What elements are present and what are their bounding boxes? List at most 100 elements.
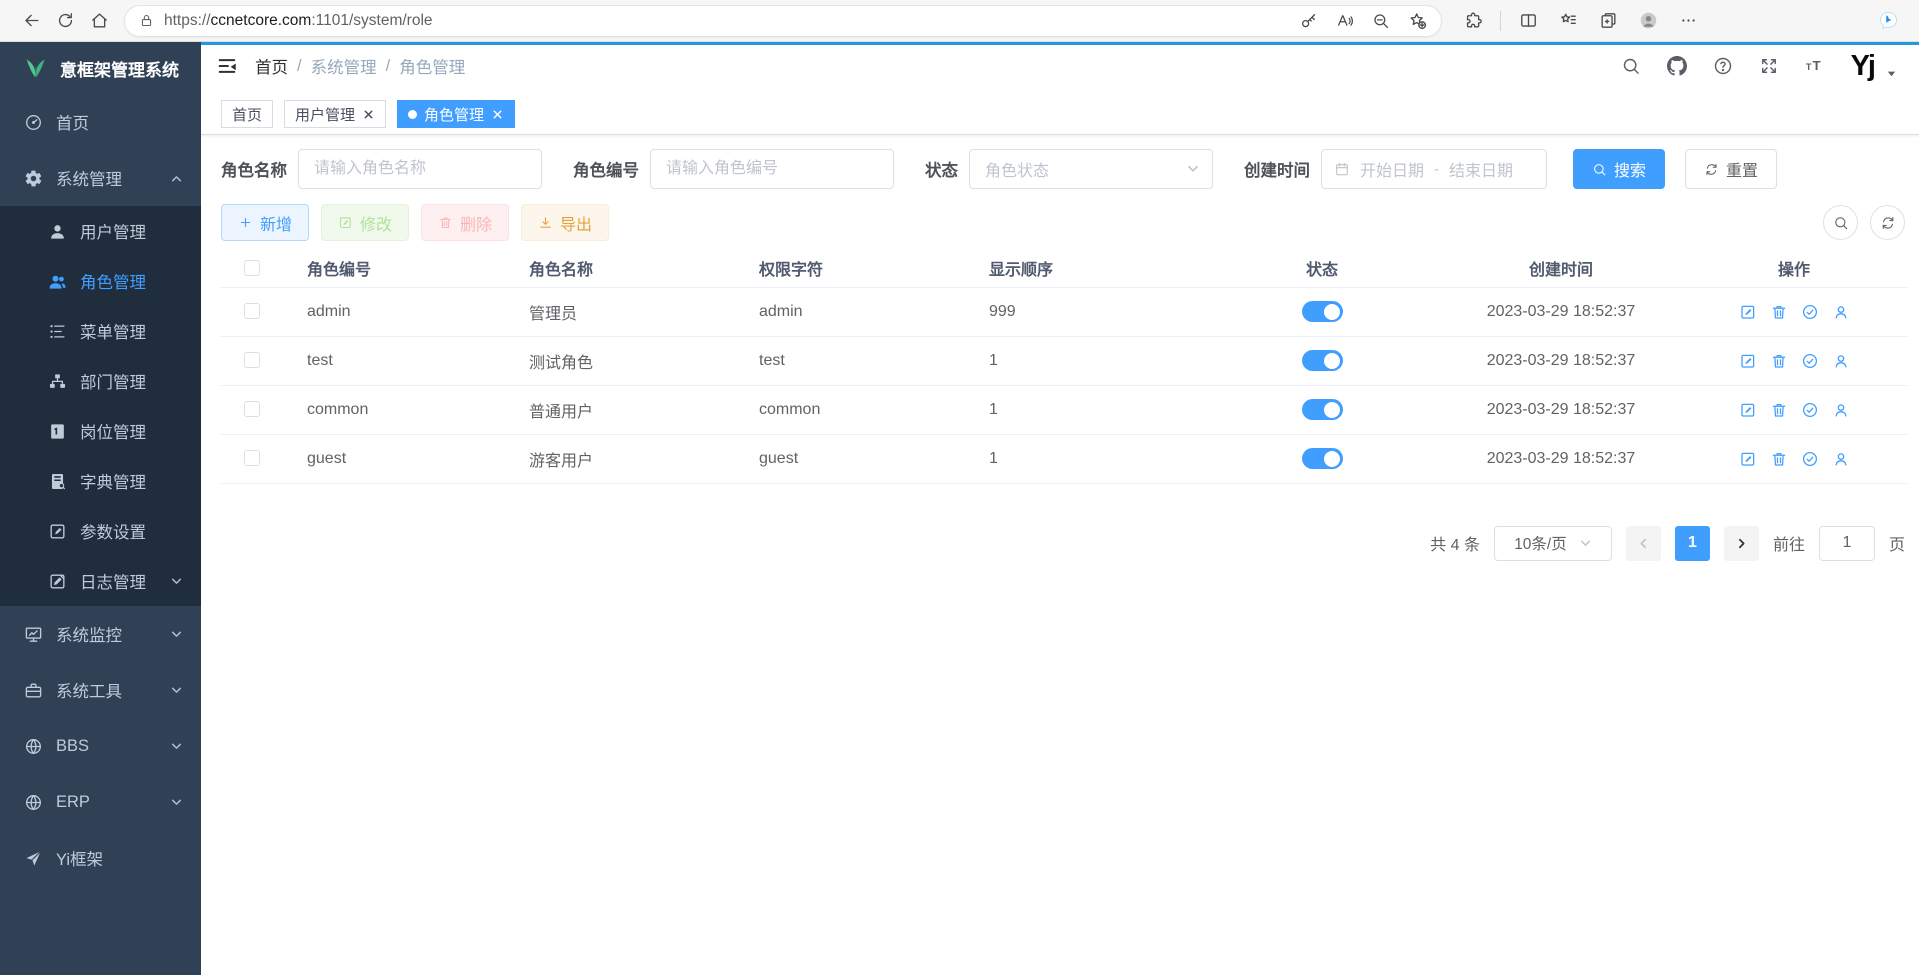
start-date-placeholder: 开始日期	[1360, 157, 1424, 181]
add-button[interactable]: 新增	[221, 204, 309, 241]
chevron-down-icon	[170, 575, 183, 588]
row-checkbox[interactable]	[244, 303, 260, 319]
check-circle-icon[interactable]	[1801, 450, 1819, 468]
user-outline-icon[interactable]	[1832, 352, 1850, 370]
edit-button[interactable]: 修改	[321, 204, 409, 241]
trash-icon[interactable]	[1770, 401, 1788, 419]
sidebar-item-post-mgmt[interactable]: 岗位管理	[0, 406, 201, 456]
edit-square-icon[interactable]	[1739, 352, 1757, 370]
caret-down-icon[interactable]	[1886, 68, 1897, 79]
prev-page-button[interactable]	[1626, 526, 1661, 561]
close-icon[interactable]	[491, 108, 504, 121]
zoom-button[interactable]	[1367, 7, 1395, 35]
sidebar-item-system-monitor[interactable]: 系统监控	[0, 606, 201, 662]
collapse-sidebar-icon[interactable]	[216, 55, 238, 77]
user-outline-icon[interactable]	[1832, 450, 1850, 468]
check-circle-icon[interactable]	[1801, 303, 1819, 321]
edit-square-icon[interactable]	[1739, 450, 1757, 468]
sidebar-item-dept-mgmt[interactable]: 部门管理	[0, 356, 201, 406]
edit-pen-icon	[48, 522, 67, 541]
cell-role-name: 游客用户	[505, 434, 735, 483]
select-all-checkbox[interactable]	[244, 260, 260, 276]
status-select[interactable]: 角色状态	[969, 149, 1213, 189]
row-checkbox[interactable]	[244, 450, 260, 466]
next-page-button[interactable]	[1724, 526, 1759, 561]
tab-home[interactable]: 首页	[221, 100, 273, 128]
sidebar-item-yi-framework[interactable]: Yi框架	[0, 830, 201, 886]
cell-perm: admin	[735, 287, 965, 336]
dict-icon	[48, 472, 67, 491]
search-button[interactable]: 搜索	[1573, 149, 1665, 189]
browser-home-button[interactable]	[82, 4, 116, 38]
row-checkbox[interactable]	[244, 401, 260, 417]
add-favorite-button[interactable]	[1403, 7, 1431, 35]
collections-button[interactable]	[1591, 4, 1625, 38]
breadcrumb-item[interactable]: 系统管理	[311, 54, 377, 78]
browser-back-button[interactable]	[14, 4, 48, 38]
sidebar-item-system-tools[interactable]: 系统工具	[0, 662, 201, 718]
favorites-button[interactable]	[1551, 4, 1585, 38]
password-button[interactable]	[1295, 7, 1323, 35]
trash-icon[interactable]	[1770, 352, 1788, 370]
badge-icon	[48, 422, 67, 441]
sidebar-item-erp[interactable]: ERP	[0, 774, 201, 830]
status-toggle[interactable]	[1302, 301, 1343, 322]
user-outline-icon[interactable]	[1832, 303, 1850, 321]
edit-square-icon[interactable]	[1739, 401, 1757, 419]
breadcrumb-item[interactable]: 首页	[255, 54, 288, 78]
read-aloud-button[interactable]	[1331, 7, 1359, 35]
cell-order: 999	[965, 287, 1203, 336]
font-size-icon[interactable]: TT	[1805, 56, 1825, 76]
row-actions	[1681, 401, 1907, 419]
toolbox-icon	[24, 681, 43, 700]
sidebar-item-bbs[interactable]: BBS	[0, 718, 201, 774]
cell-role-name: 管理员	[505, 287, 735, 336]
extensions-button[interactable]	[1456, 4, 1490, 38]
status-toggle[interactable]	[1302, 399, 1343, 420]
copilot-button[interactable]	[1871, 4, 1905, 38]
github-icon[interactable]	[1667, 56, 1687, 76]
sidebar-item-system-mgmt[interactable]: 系统管理	[0, 150, 201, 206]
org-icon	[48, 372, 67, 391]
row-checkbox[interactable]	[244, 352, 260, 368]
sidebar-item-param-settings[interactable]: 参数设置	[0, 506, 201, 556]
check-circle-icon[interactable]	[1801, 352, 1819, 370]
table-refresh-button[interactable]	[1870, 205, 1905, 240]
tags-view: 首页用户管理角色管理	[201, 90, 1919, 135]
sidebar-item-home[interactable]: 首页	[0, 94, 201, 150]
delete-button[interactable]: 删除	[421, 204, 509, 241]
tab-user-mgmt[interactable]: 用户管理	[284, 100, 386, 128]
export-button[interactable]: 导出	[521, 204, 609, 241]
reset-button[interactable]: 重置	[1685, 149, 1777, 189]
help-icon[interactable]	[1713, 56, 1733, 76]
page-number-current[interactable]: 1	[1675, 526, 1710, 561]
user-outline-icon[interactable]	[1832, 401, 1850, 419]
sidebar-item-dict-mgmt[interactable]: 字典管理	[0, 456, 201, 506]
profile-button[interactable]	[1631, 4, 1665, 38]
status-toggle[interactable]	[1302, 448, 1343, 469]
browser-refresh-button[interactable]	[48, 4, 82, 38]
role-name-input[interactable]	[298, 149, 542, 189]
browser-menu-button[interactable]	[1671, 4, 1705, 38]
fullscreen-icon[interactable]	[1759, 56, 1779, 76]
page-size-select[interactable]: 10条/页	[1494, 526, 1612, 561]
close-icon[interactable]	[362, 108, 375, 121]
tab-role-mgmt[interactable]: 角色管理	[397, 100, 515, 128]
user-logo[interactable]: Yj	[1851, 52, 1874, 81]
trash-icon[interactable]	[1770, 303, 1788, 321]
sidebar-item-role-mgmt[interactable]: 角色管理	[0, 256, 201, 306]
split-screen-button[interactable]	[1511, 4, 1545, 38]
sidebar-item-menu-mgmt[interactable]: 菜单管理	[0, 306, 201, 356]
check-circle-icon[interactable]	[1801, 401, 1819, 419]
role-code-input[interactable]	[650, 149, 894, 189]
goto-page-input[interactable]	[1819, 526, 1875, 561]
sidebar-item-user-mgmt[interactable]: 用户管理	[0, 206, 201, 256]
url-bar[interactable]: https://ccnetcore.com:1101/system/role	[124, 5, 1442, 37]
trash-icon[interactable]	[1770, 450, 1788, 468]
table-search-button[interactable]	[1823, 205, 1858, 240]
sidebar-item-log-mgmt[interactable]: 日志管理	[0, 556, 201, 606]
status-toggle[interactable]	[1302, 350, 1343, 371]
search-icon[interactable]	[1621, 56, 1641, 76]
edit-square-icon[interactable]	[1739, 303, 1757, 321]
date-range-picker[interactable]: 开始日期 - 结束日期	[1321, 149, 1547, 189]
